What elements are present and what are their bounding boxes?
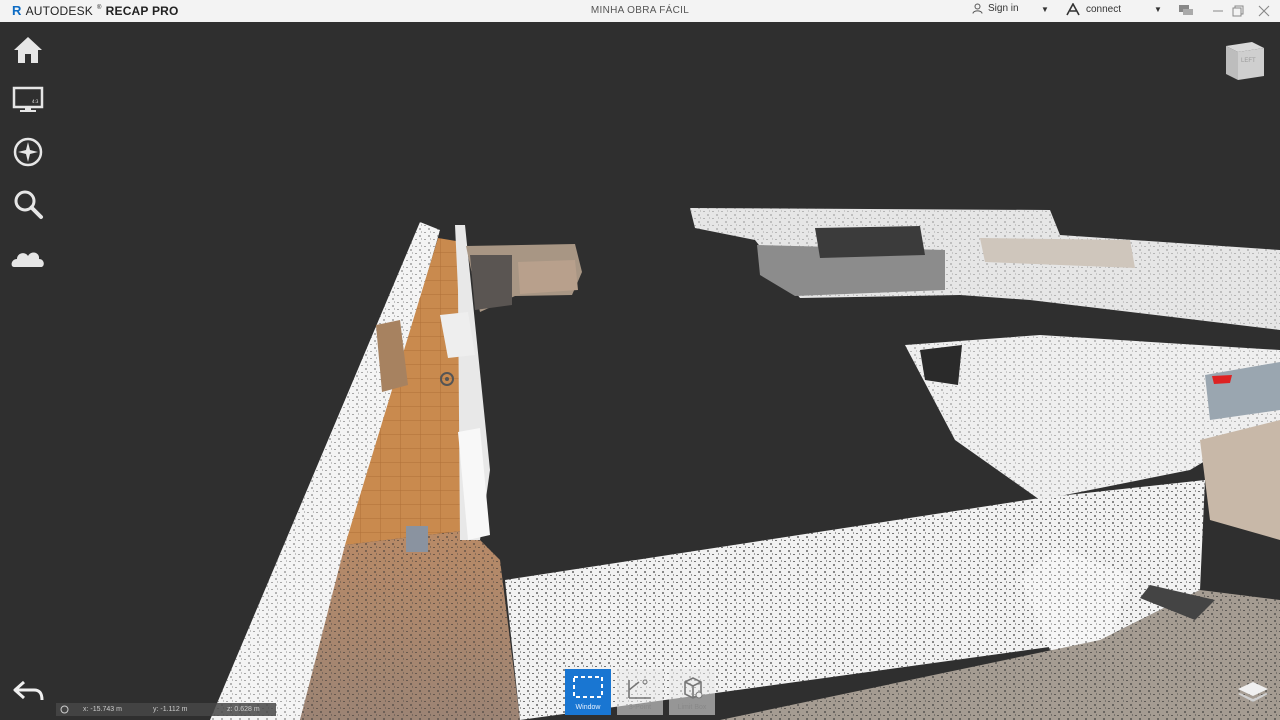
home-button[interactable] [10, 32, 46, 68]
recap-logo-icon: R [12, 3, 22, 18]
connect-button[interactable]: connect [1066, 3, 1121, 16]
window-select-tool[interactable]: Window [565, 669, 611, 715]
back-arrow-icon [13, 680, 44, 701]
cloud-button[interactable] [10, 240, 46, 276]
layers-button[interactable] [1236, 676, 1270, 706]
signin-label: Sign in [988, 3, 1019, 14]
chat-icon[interactable] [1178, 3, 1194, 19]
cloud-icon [11, 252, 44, 267]
svg-text:4:3: 4:3 [32, 99, 39, 104]
limit-box-tool-label: Limit Box [677, 704, 707, 711]
connect-label: connect [1086, 4, 1122, 15]
coord-x: x: -15.743 m [83, 706, 122, 713]
back-button[interactable] [10, 676, 46, 706]
navigation-wheel-icon [13, 137, 43, 167]
brand-name: AUTODESK [25, 3, 93, 18]
viewcube-face-label: LEFT [1241, 58, 1256, 64]
three-point-tool-label: 3-Point [628, 704, 652, 711]
navigation-button[interactable] [10, 134, 46, 170]
signin-button[interactable]: Sign in [972, 3, 1019, 14]
signin-dropdown-icon[interactable]: ▼ [1041, 5, 1049, 14]
restore-icon[interactable] [1230, 3, 1246, 19]
user-icon [972, 3, 983, 14]
coord-y: y: -1.112 m [153, 706, 188, 713]
product-name: RECAP PRO [105, 3, 179, 18]
window-select-icon [573, 676, 603, 698]
autodesk-a-icon [1066, 3, 1080, 16]
limit-box-icon [684, 677, 703, 699]
scanner-marker [406, 526, 428, 552]
home-icon [14, 37, 42, 63]
search-icon [14, 190, 43, 219]
point-cloud-scene[interactable] [0, 22, 1280, 720]
close-icon[interactable] [1256, 3, 1272, 19]
limit-box-tool[interactable]: Limit Box [669, 669, 715, 715]
minimize-icon[interactable] [1210, 3, 1226, 19]
coordinate-readout: x: -15.743 m y: -1.112 m z: 0.628 m [56, 703, 276, 716]
three-point-icon [628, 679, 651, 699]
point-cloud-viewport[interactable] [0, 22, 1280, 720]
layers-icon [1238, 682, 1268, 702]
app-logo: R AUTODESK ® RECAP PRO [12, 3, 179, 18]
coord-z: z: 0.628 m [227, 706, 260, 713]
three-point-select-tool[interactable]: 3-Point [617, 669, 663, 715]
search-button[interactable] [10, 186, 46, 222]
display-settings-button[interactable]: 4:3 [10, 82, 46, 118]
connect-dropdown-icon[interactable]: ▼ [1154, 5, 1162, 14]
crosshair-icon [60, 705, 69, 714]
title-bar: R AUTODESK ® RECAP PRO MINHA OBRA FÁCIL S… [0, 0, 1280, 23]
display-icon: 4:3 [12, 86, 44, 112]
window-tool-label: Window [575, 704, 601, 711]
viewcube[interactable]: LEFT [1222, 38, 1268, 82]
